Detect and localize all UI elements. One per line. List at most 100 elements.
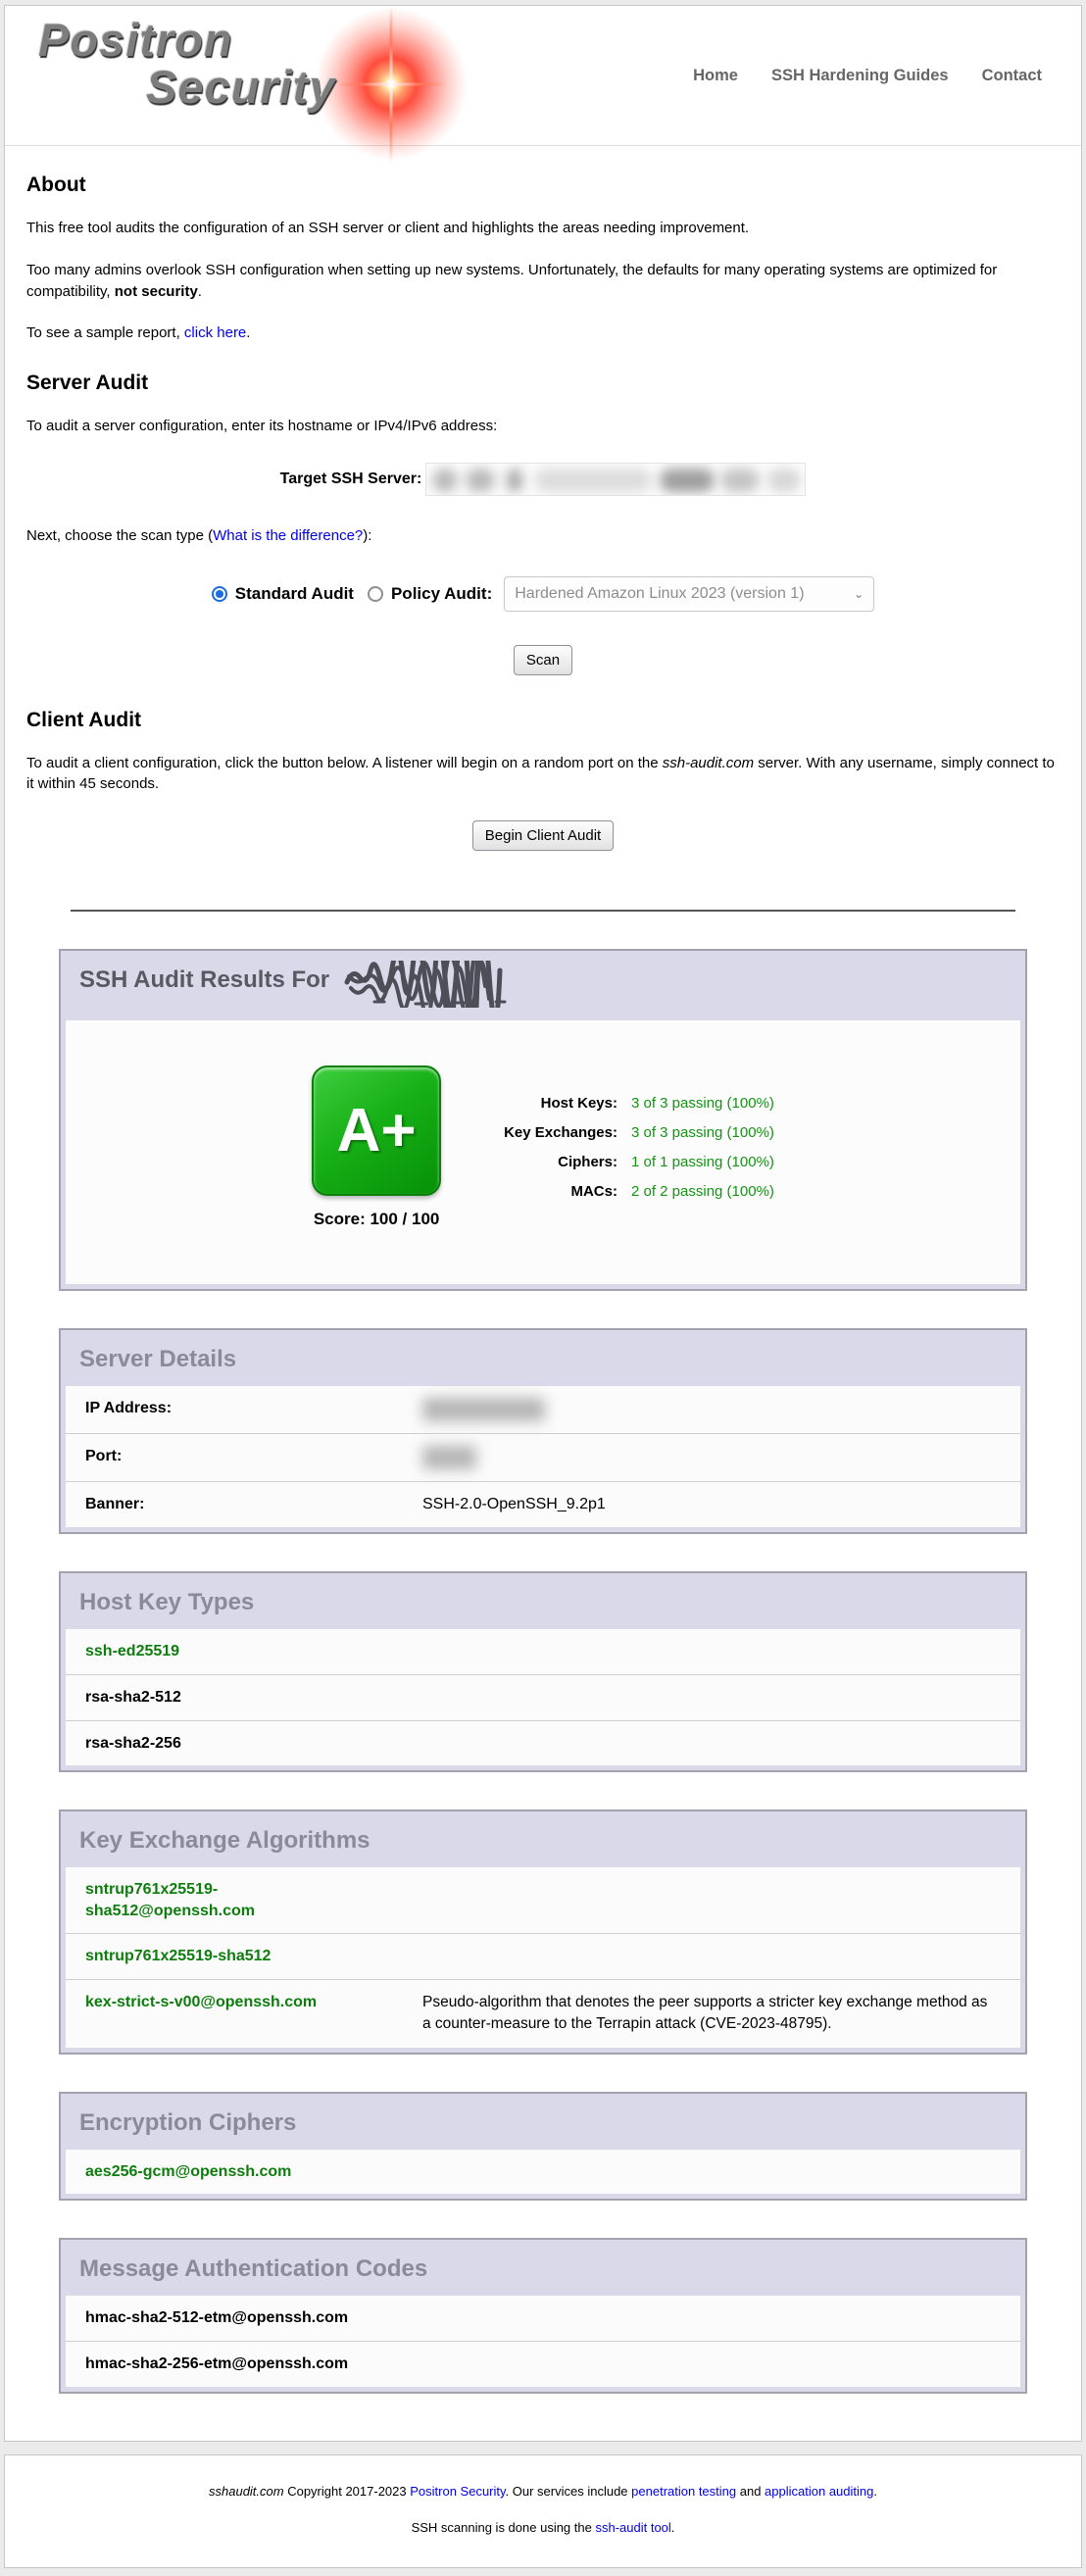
server-details-rows: IP Address:Port:Banner:SSH-2.0-OpenSSH_9… — [66, 1386, 1020, 1527]
what-is-the-difference-link[interactable]: What is the difference? — [213, 527, 363, 544]
algorithm-name: sntrup761x25519-sha512 — [85, 1946, 379, 1967]
chevron-down-icon: ⌄ — [854, 587, 864, 601]
row-label: Banner: — [85, 1494, 379, 1515]
client-audit-heading: Client Audit — [26, 709, 1060, 732]
list-item: ssh-ed25519 — [66, 1629, 1020, 1674]
host-key-types-panel: Host Key Types ssh-ed25519 rsa-sha2-512 rs… — [59, 1571, 1027, 1772]
algorithm-name: hmac-sha2-512-etm@openssh.com — [85, 2307, 379, 2329]
algorithm-note: Pseudo-algorithm that denotes the peer s… — [422, 1992, 1020, 2036]
about-paragraph-3: To see a sample report, click here. — [26, 322, 1060, 344]
grade-block: A+ Score: 100 / 100 — [312, 1065, 441, 1229]
target-ssh-server-input[interactable] — [425, 463, 806, 496]
stat-label: Ciphers: — [504, 1154, 617, 1170]
stat-value: 3 of 3 passing (100%) — [631, 1095, 774, 1112]
list-item: hmac-sha2-256-etm@openssh.com — [66, 2341, 1020, 2387]
list-item: hmac-sha2-512-etm@openssh.com — [66, 2296, 1020, 2341]
results-stats: Host Keys: 3 of 3 passing (100%) Key Excha… — [504, 1095, 774, 1200]
redaction-blur — [422, 1398, 545, 1421]
ciphers-rows: aes256-gcm@openssh.com — [66, 2150, 1020, 2195]
row-value — [422, 1398, 1020, 1421]
stat-label: Key Exchanges: — [504, 1124, 617, 1141]
server-audit-heading: Server Audit — [26, 372, 1060, 395]
footer: sshaudit.com Copyright 2017-2023 Positro… — [4, 2454, 1082, 2568]
table-row: Banner:SSH-2.0-OpenSSH_9.2p1 — [66, 1481, 1020, 1527]
application-auditing-link[interactable]: application auditing — [765, 2484, 873, 2499]
nav-link-ssh-hardening-guides[interactable]: SSH Hardening Guides — [771, 67, 949, 85]
stat-label: Host Keys: — [504, 1095, 617, 1112]
ssh-audit-results-panel: SSH Audit Results For A+ Score: 100 / 10… — [59, 949, 1027, 1291]
algorithm-name: rsa-sha2-512 — [85, 1687, 379, 1709]
policy-select[interactable]: Hardened Amazon Linux 2023 (version 1) ⌄ — [504, 576, 874, 612]
server-details-panel: Server Details IP Address:Port:Banner:SS… — [59, 1328, 1027, 1534]
stat-value: 1 of 1 passing (100%) — [631, 1154, 774, 1170]
stat-label: MACs: — [504, 1183, 617, 1200]
row-value — [422, 1446, 1020, 1469]
site-header: Positron Security Home SSH Hardening Guid… — [5, 6, 1081, 145]
ciphers-panel: Encryption Ciphers aes256-gcm@openssh.co… — [59, 2092, 1027, 2202]
stat-value: 3 of 3 passing (100%) — [631, 1124, 774, 1141]
list-item: rsa-sha2-512 — [66, 1674, 1020, 1720]
algorithm-name: aes256-gcm@openssh.com — [85, 2161, 379, 2183]
key-exchange-panel: Key Exchange Algorithms sntrup761x25519-… — [59, 1809, 1027, 2055]
row-label: Port: — [85, 1446, 379, 1467]
penetration-testing-link[interactable]: penetration testing — [631, 2484, 736, 2499]
brand-line-2: Security — [146, 64, 452, 111]
nav-link-contact[interactable]: Contact — [982, 67, 1042, 85]
list-item: sntrup761x25519-sha512 — [66, 1933, 1020, 1979]
policy-audit-radio[interactable] — [368, 586, 383, 602]
positron-security-link[interactable]: Positron Security — [410, 2484, 505, 2499]
footer-line-1: sshaudit.com Copyright 2017-2023 Positro… — [15, 2482, 1071, 2502]
footer-sshaudit-italic: sshaudit.com — [209, 2484, 284, 2499]
server-audit-intro: To audit a server configuration, enter i… — [26, 416, 1060, 437]
begin-client-audit-button[interactable]: Begin Client Audit — [472, 820, 614, 851]
table-row: Port: — [66, 1433, 1020, 1481]
nav: Home SSH Hardening Guides Contact — [693, 67, 1056, 85]
algorithm-name: rsa-sha2-256 — [85, 1733, 379, 1755]
list-item: kex-strict-s-v00@openssh.com Pseudo-algor… — [66, 1979, 1020, 2048]
redaction-blur — [534, 469, 652, 492]
results-divider — [71, 910, 1015, 912]
redaction-blur — [720, 469, 760, 492]
main-card: Positron Security Home SSH Hardening Guid… — [4, 5, 1082, 2442]
client-audit-paragraph: To audit a client configuration, click t… — [26, 753, 1060, 796]
header-divider — [5, 145, 1081, 146]
policy-audit-label: Policy Audit: — [391, 584, 492, 604]
ssh-audit-com-italic: ssh-audit.com — [663, 755, 754, 771]
list-item: sntrup761x25519-sha512@openssh.com — [66, 1867, 1020, 1933]
scan-button[interactable]: Scan — [514, 645, 572, 675]
about-heading: About — [26, 173, 1060, 197]
nav-link-home[interactable]: Home — [693, 67, 738, 85]
redaction-blur — [432, 469, 458, 492]
macs-rows: hmac-sha2-512-etm@openssh.com hmac-sha2-2… — [66, 2296, 1020, 2386]
algorithm-name: kex-strict-s-v00@openssh.com — [85, 1992, 379, 2013]
about-paragraph-2: Too many admins overlook SSH configurati… — [26, 260, 1060, 303]
redaction-blur — [767, 469, 801, 492]
standard-audit-label: Standard Audit — [235, 584, 354, 604]
key-exchange-rows: sntrup761x25519-sha512@openssh.com sntrup… — [66, 1867, 1020, 2048]
redaction-blur — [466, 469, 495, 492]
redaction-blur — [660, 469, 715, 492]
host-key-types-heading: Host Key Types — [66, 1578, 1020, 1629]
ssh-audit-tool-link[interactable]: ssh-audit tool — [595, 2520, 670, 2535]
list-item: rsa-sha2-256 — [66, 1720, 1020, 1766]
scan-type-row: Standard Audit Policy Audit: Hardened Am… — [26, 576, 1060, 612]
scan-type-text: Next, choose the scan type (What is the … — [26, 525, 1060, 547]
server-details-heading: Server Details — [66, 1335, 1020, 1386]
brand-logo: Positron Security — [30, 17, 452, 134]
algorithm-name: sntrup761x25519-sha512@openssh.com — [85, 1879, 379, 1921]
not-security-bold: not security — [115, 283, 198, 300]
stat-value: 2 of 2 passing (100%) — [631, 1183, 774, 1200]
policy-select-value: Hardened Amazon Linux 2023 (version 1) — [515, 585, 804, 603]
key-exchange-heading: Key Exchange Algorithms — [66, 1816, 1020, 1867]
redaction-blur — [422, 1446, 476, 1469]
list-item: aes256-gcm@openssh.com — [66, 2150, 1020, 2195]
host-key-types-rows: ssh-ed25519 rsa-sha2-512 rsa-sha2-256 — [66, 1629, 1020, 1765]
algorithm-name: hmac-sha2-256-etm@openssh.com — [85, 2353, 379, 2375]
target-row: Target SSH Server: — [26, 463, 1060, 496]
sample-report-link[interactable]: click here — [184, 324, 246, 341]
grade-badge: A+ — [312, 1065, 441, 1196]
macs-panel: Message Authentication Codes hmac-sha2-5… — [59, 2238, 1027, 2393]
standard-audit-radio[interactable] — [212, 586, 227, 602]
score-label: Score: 100 / 100 — [312, 1210, 441, 1229]
macs-heading: Message Authentication Codes — [66, 2245, 1020, 2296]
